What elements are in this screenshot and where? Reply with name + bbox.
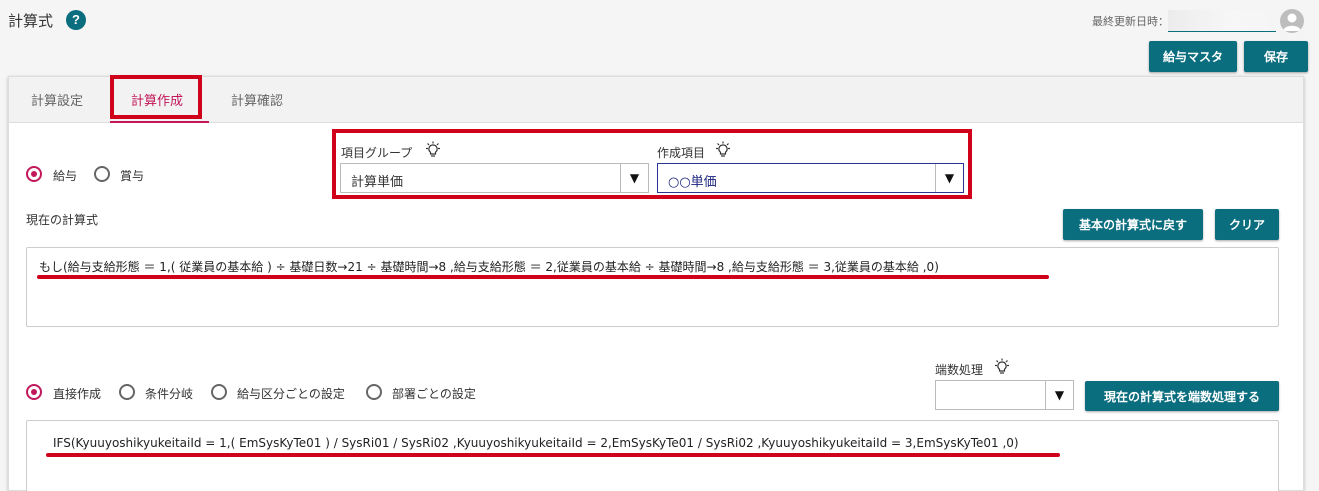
save-button[interactable]: 保存 xyxy=(1244,41,1308,72)
last-updated-label: 最終更新日時： xyxy=(1092,15,1169,28)
item-group-select[interactable]: 計算単価 ▼ xyxy=(340,163,649,193)
item-group-value: 計算単価 xyxy=(351,175,404,190)
radio-per-pay-category[interactable] xyxy=(211,384,227,400)
radio-conditional-branch[interactable] xyxy=(119,384,135,400)
tab-highlight-box xyxy=(110,75,202,119)
radio-per-department-label: 部署ごとの設定 xyxy=(392,387,476,401)
radio-bonus-label: 賞与 xyxy=(120,169,145,183)
formula-highlight-underline xyxy=(37,275,1049,279)
create-item-select[interactable]: ○○単価 ▼ xyxy=(657,163,964,193)
salary-master-button[interactable]: 給与マスタ xyxy=(1149,41,1237,72)
tab-bar xyxy=(9,77,1303,123)
lightbulb-icon[interactable] xyxy=(424,141,442,159)
radio-per-department[interactable] xyxy=(366,384,382,400)
raw-formula-highlight-underline xyxy=(46,453,1060,457)
rounding-select[interactable]: ▼ xyxy=(935,380,1074,410)
tab-calc-settings[interactable]: 計算設定 xyxy=(31,90,83,109)
radio-salary-label: 給与 xyxy=(53,169,78,183)
lightbulb-icon[interactable] xyxy=(993,358,1011,376)
reset-formula-button[interactable]: 基本の計算式に戻す xyxy=(1063,209,1203,240)
active-tab-indicator xyxy=(110,121,209,123)
item-group-label: 項目グループ xyxy=(341,146,413,160)
radio-conditional-branch-label: 条件分岐 xyxy=(145,387,194,401)
current-formula-label: 現在の計算式 xyxy=(26,213,99,227)
raw-formula-text: IFS(KyuuyoshikyukeitaiId = 1,( EmSysKyTe… xyxy=(53,436,1019,450)
create-item-label: 作成項目 xyxy=(657,146,706,160)
last-updated-value xyxy=(1168,10,1276,32)
radio-direct-create[interactable] xyxy=(26,384,42,400)
create-item-value: ○○単価 xyxy=(668,175,717,190)
help-icon[interactable]: ? xyxy=(66,10,86,30)
radio-direct-create-label: 直接作成 xyxy=(53,387,102,401)
rounding-label: 端数処理 xyxy=(935,363,984,377)
clear-button[interactable]: クリア xyxy=(1215,209,1279,240)
radio-per-pay-category-label: 給与区分ごとの設定 xyxy=(237,387,345,401)
dropdown-arrow-icon[interactable]: ▼ xyxy=(1045,381,1073,409)
dropdown-arrow-icon[interactable]: ▼ xyxy=(620,164,648,192)
radio-bonus[interactable] xyxy=(94,166,110,182)
page-title: 計算式 xyxy=(8,12,54,30)
tab-calc-confirm[interactable]: 計算確認 xyxy=(231,90,283,109)
apply-rounding-button[interactable]: 現在の計算式を端数処理する xyxy=(1085,381,1279,411)
current-formula-text: もし(給与支給形態 ＝ 1,( 従業員の基本給 ) ÷ 基礎日数→21 ÷ 基礎… xyxy=(39,260,939,274)
lightbulb-icon[interactable] xyxy=(714,141,732,159)
dropdown-arrow-icon[interactable]: ▼ xyxy=(935,164,963,192)
user-avatar-icon[interactable] xyxy=(1280,9,1304,33)
radio-salary[interactable] xyxy=(26,166,42,182)
